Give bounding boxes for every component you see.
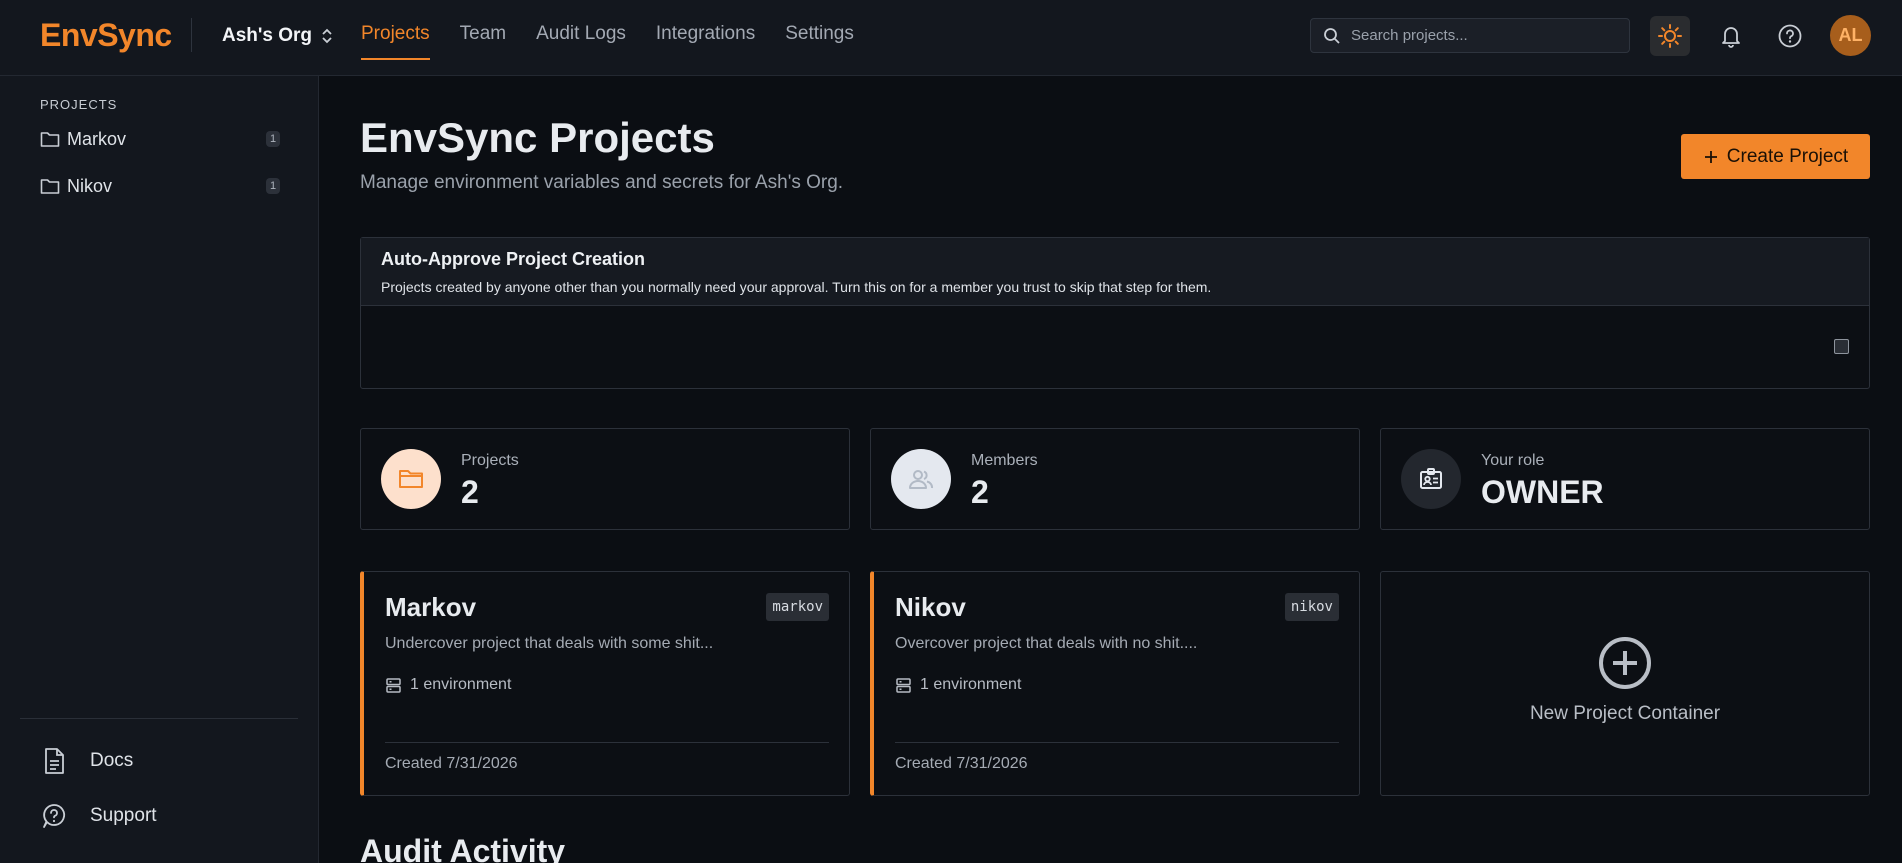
folder-icon — [40, 132, 60, 147]
chevron-up-down-icon — [322, 28, 332, 44]
auto-approve-panel: Auto-Approve Project Creation Projects c… — [360, 237, 1870, 389]
project-slug: nikov — [1284, 593, 1339, 621]
divider — [385, 742, 829, 743]
project-description: Undercover project that deals with some … — [385, 635, 714, 652]
divider — [20, 718, 298, 719]
nav-projects[interactable]: Projects — [361, 0, 430, 76]
search-input[interactable] — [1351, 27, 1611, 44]
create-project-button[interactable]: Create Project — [1681, 134, 1870, 179]
search-box[interactable] — [1310, 18, 1630, 53]
help-circle-icon — [1778, 24, 1802, 48]
stat-value: OWNER — [1481, 474, 1604, 510]
stat-members: Members 2 — [870, 428, 1360, 530]
created-date: Created 7/31/2026 — [385, 755, 518, 772]
stat-projects: Projects 2 — [360, 428, 850, 530]
brand-logo[interactable]: EnvSync — [40, 17, 172, 54]
nav-settings[interactable]: Settings — [785, 0, 854, 76]
sun-icon — [1658, 24, 1682, 48]
users-icon — [909, 470, 934, 489]
project-card-markov[interactable]: Markov markov Undercover project that de… — [360, 571, 850, 796]
search-icon — [1324, 27, 1340, 44]
bell-icon — [1722, 27, 1740, 48]
divider — [191, 18, 192, 52]
divider — [895, 742, 1339, 743]
sidebar-item-label: Markov — [67, 128, 127, 149]
main-nav: Projects Team Audit Logs Integrations Se… — [361, 0, 854, 76]
environment-count: 1 environment — [895, 676, 1021, 694]
top-bar: EnvSync Ash's Org Projects Team Audit Lo… — [0, 0, 1902, 76]
server-icon — [896, 677, 911, 693]
org-switcher[interactable]: Ash's Org — [222, 25, 334, 47]
auto-approve-checkbox[interactable] — [1834, 339, 1849, 354]
server-icon — [386, 677, 401, 693]
document-icon — [45, 748, 64, 774]
user-avatar[interactable]: AL — [1830, 15, 1871, 56]
project-title: Markov — [385, 592, 477, 622]
help-button[interactable] — [1770, 16, 1810, 56]
org-name: Ash's Org — [222, 25, 313, 46]
theme-toggle-button[interactable] — [1650, 16, 1690, 56]
panel-title: Auto-Approve Project Creation — [381, 249, 646, 269]
stat-label: Members — [971, 452, 1038, 469]
environment-label: 1 environment — [410, 676, 512, 693]
docs-link[interactable]: Docs — [40, 746, 133, 776]
id-badge-icon — [1420, 468, 1442, 489]
count-badge: 1 — [266, 178, 280, 194]
created-date: Created 7/31/2026 — [895, 755, 1028, 772]
stat-icon-wrap — [891, 449, 951, 509]
page-subtitle: Manage environment variables and secrets… — [360, 172, 844, 193]
plus-icon — [1704, 150, 1717, 163]
create-project-label: Create Project — [1726, 145, 1849, 167]
support-label: Support — [90, 805, 157, 826]
project-slug: markov — [766, 593, 829, 621]
stat-icon-wrap — [1401, 449, 1461, 509]
audit-activity-heading: Audit Activity — [360, 833, 566, 863]
sidebar-item-markov[interactable]: Markov 1 — [40, 124, 280, 154]
nav-team[interactable]: Team — [460, 0, 506, 76]
plus-circle-icon — [1599, 636, 1651, 689]
stat-value: 2 — [971, 474, 989, 510]
stat-label: Projects — [461, 452, 519, 469]
stat-label: Your role — [1481, 452, 1545, 469]
panel-description: Projects created by anyone other than yo… — [381, 279, 1212, 295]
project-description: Overcover project that deals with no shi… — [895, 635, 1198, 652]
folder-icon — [399, 470, 423, 488]
project-card-nikov[interactable]: Nikov nikov Overcover project that deals… — [870, 571, 1360, 796]
sidebar-item-label: Nikov — [67, 175, 113, 196]
sidebar: PROJECTS Markov 1 Nikov 1 Docs Support — [0, 76, 319, 863]
nav-audit-logs[interactable]: Audit Logs — [536, 0, 626, 76]
notifications-button[interactable] — [1711, 16, 1751, 56]
new-project-card[interactable]: New Project Container — [1380, 571, 1870, 796]
environment-count: 1 environment — [385, 676, 511, 694]
support-icon — [43, 804, 66, 828]
project-title: Nikov — [895, 592, 966, 622]
panel-header: Auto-Approve Project Creation Projects c… — [361, 238, 1869, 306]
nav-integrations[interactable]: Integrations — [656, 0, 755, 76]
count-badge: 1 — [266, 131, 280, 147]
new-project-label: New Project Container — [1529, 702, 1721, 724]
environment-label: 1 environment — [920, 676, 1022, 693]
docs-label: Docs — [90, 750, 134, 771]
stat-icon-wrap — [381, 449, 441, 509]
stat-value: 2 — [461, 474, 479, 510]
support-link[interactable]: Support — [40, 801, 157, 831]
sidebar-heading: PROJECTS — [40, 97, 118, 112]
stat-role: Your role OWNER — [1380, 428, 1870, 530]
sidebar-item-nikov[interactable]: Nikov 1 — [40, 171, 280, 201]
page-title: EnvSync Projects — [360, 114, 715, 161]
folder-icon — [40, 179, 60, 194]
